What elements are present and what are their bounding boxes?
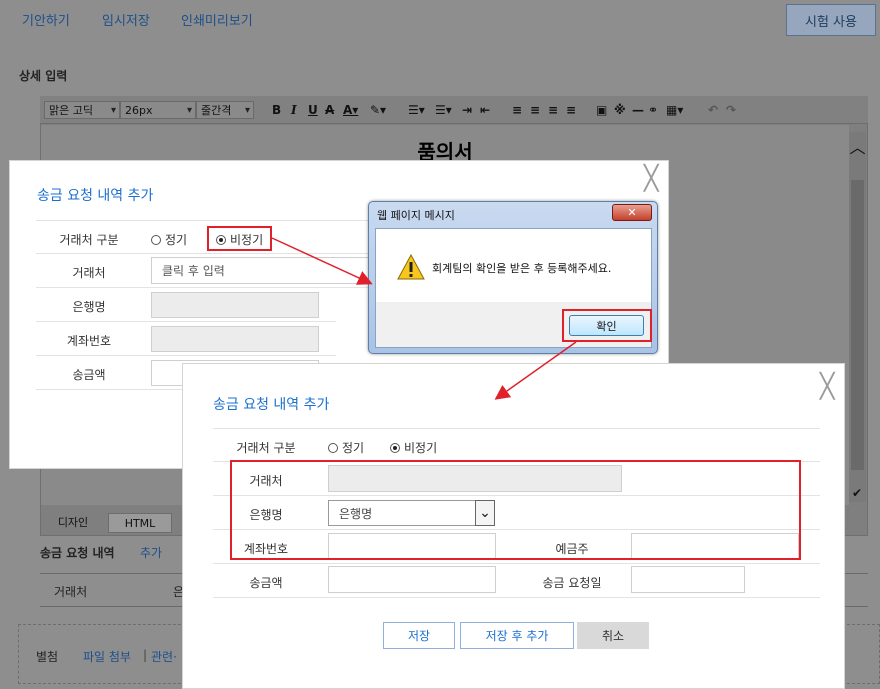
arrow-to-result [494, 341, 577, 400]
arrow-to-dialog [271, 237, 373, 285]
annotation-arrows [271, 237, 577, 400]
